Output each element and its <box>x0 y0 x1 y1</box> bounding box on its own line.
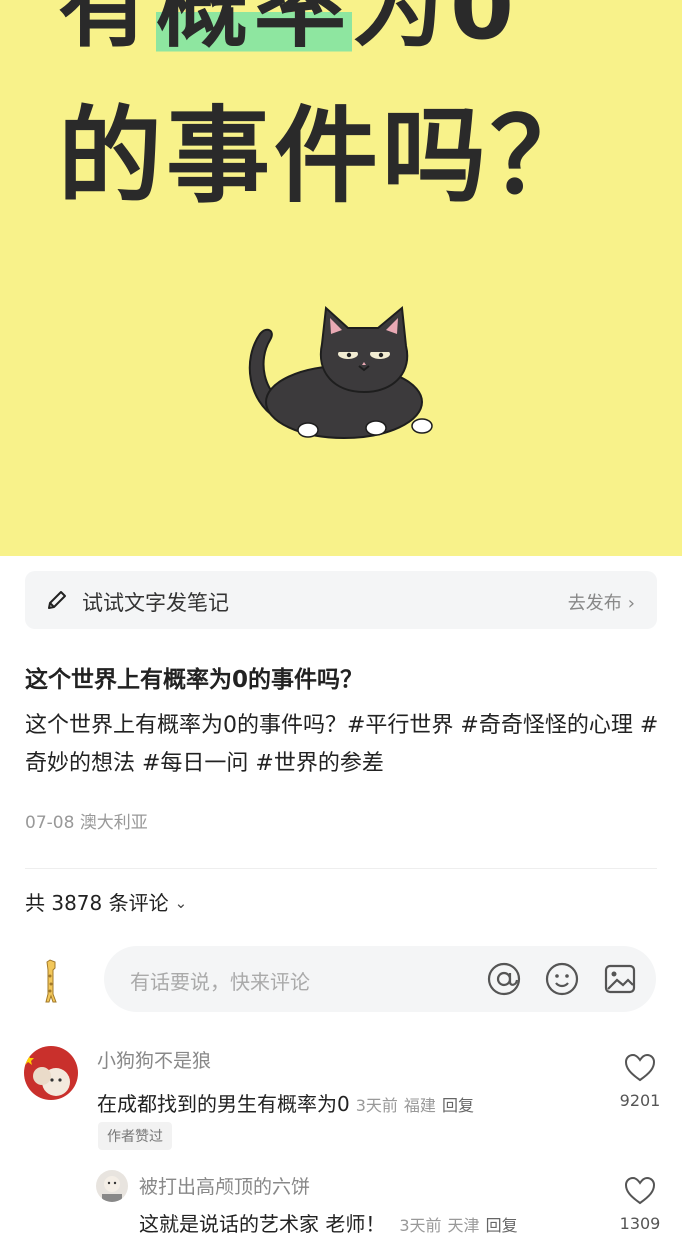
comment-text: 这就是说话的艺术家 老师！ 3天前 天津 回复 <box>139 1208 518 1237</box>
reply-button[interactable]: 回复 <box>486 1216 518 1235</box>
pencil-icon <box>48 591 66 609</box>
heart-icon[interactable] <box>624 1053 656 1083</box>
publish-button[interactable]: 去发布 › <box>568 589 635 615</box>
publish-hint-text: 试试文字发笔记 <box>82 591 229 615</box>
publish-note-bar[interactable]: 试试文字发笔记 去发布 › <box>25 571 657 629</box>
post-location: 澳大利亚 <box>79 813 148 833</box>
post-date: 07-08 <box>25 813 75 833</box>
comment-placeholder: 有话要说，快来评论 <box>130 970 310 994</box>
divider <box>25 868 657 869</box>
cover-title-line1: 有概率为0 <box>58 0 520 62</box>
cover-text: 为0 <box>352 0 521 60</box>
post-body: 这个世界上有概率为0的事件吗？#平行世界 #奇奇怪怪的心理 #奇妙的想法 #每日… <box>25 713 659 776</box>
comment-location: 福建 <box>403 1096 436 1115</box>
comment-body: 这就是说话的艺术家 老师！ <box>139 1212 386 1236</box>
comment-avatar[interactable] <box>96 1170 128 1202</box>
image-icon[interactable] <box>602 961 638 997</box>
like-count: 1309 <box>619 1214 661 1233</box>
comment-location: 天津 <box>447 1216 480 1235</box>
comment-time: 3天前 <box>355 1096 398 1115</box>
emoji-icon[interactable] <box>544 961 580 997</box>
cover-title-line2: 的事件吗？ <box>58 95 599 217</box>
reply-button[interactable]: 回复 <box>442 1096 474 1115</box>
comment-count-label: 共 3878 条评论 <box>25 891 169 915</box>
cover-highlight-text: 概率 <box>156 0 353 60</box>
avatar-image <box>24 1046 78 1100</box>
cover-image[interactable]: 有概率为0 的事件吗？ <box>0 0 682 556</box>
cat-illustration <box>248 305 433 439</box>
at-icon[interactable] <box>486 961 522 997</box>
comment-body: 在成都找到的男生有概率为0 <box>97 1092 350 1116</box>
post-meta: 07-08 澳大利亚 <box>25 808 148 833</box>
chevron-right-icon: › <box>627 593 635 614</box>
avatar-image <box>96 1170 128 1202</box>
comment-count-toggle[interactable]: 共 3878 条评论 ⌄ <box>25 887 187 916</box>
comment-avatar[interactable] <box>24 1046 78 1100</box>
comment-time: 3天前 <box>399 1216 442 1235</box>
publish-button-label: 去发布 <box>567 593 622 614</box>
chevron-down-icon: ⌄ <box>174 894 188 912</box>
post-title: 这个世界上有概率为0的事件吗？ <box>25 667 364 693</box>
comment-text: 在成都找到的男生有概率为0 3天前 福建 回复 <box>97 1088 474 1117</box>
author-liked-badge: 作者赞过 <box>98 1122 172 1150</box>
comment-username[interactable]: 被打出高颅顶的六饼 <box>139 1172 310 1199</box>
my-avatar <box>45 959 57 1003</box>
comment-username[interactable]: 小狗狗不是狼 <box>97 1046 211 1073</box>
like-count: 9201 <box>619 1091 661 1110</box>
comment-input[interactable]: 有话要说，快来评论 <box>104 946 656 1012</box>
cover-text: 有 <box>58 0 157 60</box>
heart-icon[interactable] <box>624 1176 656 1206</box>
